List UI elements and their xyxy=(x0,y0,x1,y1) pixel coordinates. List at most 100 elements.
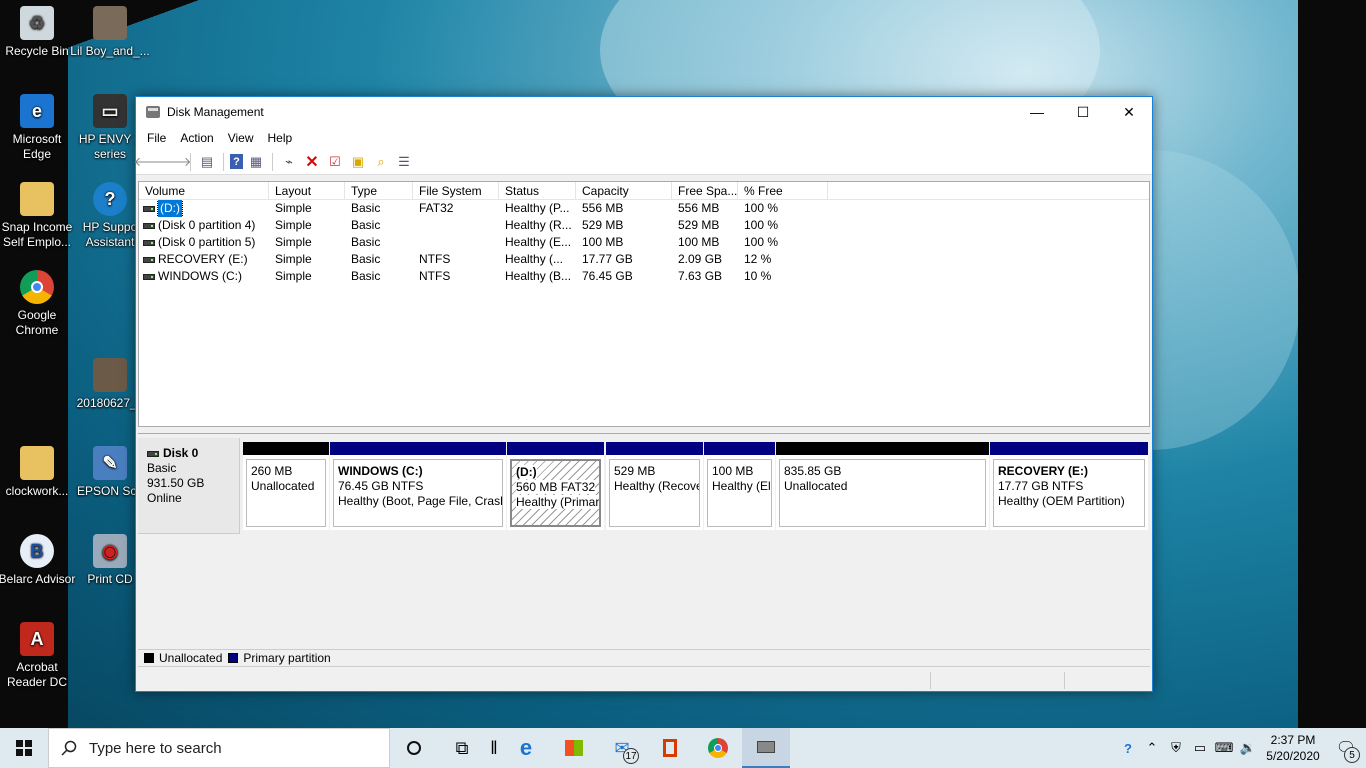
help-icon[interactable]: ? xyxy=(230,154,243,169)
volume-rows: (D:) Simple Basic FAT32 Healthy (P... 556 MB 5… xyxy=(139,200,1149,285)
desktop-icon-snap-income[interactable]: Snap Income Self Emplo... xyxy=(0,182,77,250)
menu-help[interactable]: Help xyxy=(261,131,300,145)
column-header-percent-free[interactable]: % Free xyxy=(738,182,828,199)
cell-capacity: 529 MB xyxy=(582,218,624,232)
partition-name: RECOVERY (E:) xyxy=(998,464,1089,478)
cell-free-space: 2.09 GB xyxy=(678,252,723,266)
start-button[interactable] xyxy=(0,728,48,768)
cell-type: Basic xyxy=(351,252,381,266)
partition-primary[interactable]: RECOVERY (E:) 17.77 GB NTFS Healthy (OEM P… xyxy=(990,442,1148,530)
menu-view[interactable]: View xyxy=(221,131,261,145)
column-header-file-system[interactable]: File System xyxy=(413,182,499,199)
security-icon[interactable]: ⛨ xyxy=(1164,740,1188,756)
column-header-layout[interactable]: Layout xyxy=(269,182,345,199)
taskbar-office[interactable] xyxy=(646,728,694,768)
title-bar[interactable]: Disk Management — ☐ ✕ xyxy=(136,97,1152,127)
partition-size: 260 MB xyxy=(251,464,293,478)
action-center-button[interactable]: 🗨 5 xyxy=(1326,728,1366,768)
partition-primary[interactable]: 529 MB Healthy (Recove xyxy=(606,442,703,530)
clock[interactable]: 2:37 PM 5/20/2020 xyxy=(1260,732,1326,764)
partition-unallocated[interactable]: 835.85 GB Unallocated xyxy=(776,442,989,530)
desktop-icon-chrome[interactable]: Google Chrome xyxy=(0,270,77,338)
printer-icon: ▭ xyxy=(93,94,127,128)
desktop-icon-acrobat[interactable]: A Acrobat Reader DC xyxy=(0,622,77,690)
disk-0-label[interactable]: Disk 0 Basic 931.50 GB Online xyxy=(138,438,240,534)
partition-primary[interactable]: WINDOWS (C:) 76.45 GB NTFS Healthy (Boot, … xyxy=(330,442,506,530)
partition-body: 529 MB Healthy (Recove xyxy=(609,459,700,527)
search-placeholder: Type here to search xyxy=(89,739,222,757)
maximize-button[interactable]: ☐ xyxy=(1060,97,1106,127)
desktop-icon-label: Google Chrome xyxy=(15,308,59,337)
cell-type: Basic xyxy=(351,235,381,249)
minimize-button[interactable]: — xyxy=(1014,97,1060,127)
column-header-type[interactable]: Type xyxy=(345,182,413,199)
desktop-icon-edge[interactable]: e Microsoft Edge xyxy=(0,94,77,162)
network-icon[interactable]: ⌨ xyxy=(1212,740,1236,756)
partition-bar xyxy=(507,442,604,455)
taskbar-mail[interactable]: ✉ 17 xyxy=(598,728,646,768)
search-icon[interactable]: ⌕ xyxy=(371,152,391,172)
partition-primary[interactable]: 100 MB Healthy (El xyxy=(704,442,775,530)
volume-icon[interactable]: 🔉 xyxy=(1236,740,1260,756)
disk-name: Disk 0 xyxy=(147,446,239,461)
volume-icon xyxy=(143,256,155,263)
desktop-icon-recycle-bin[interactable]: ♻ Recycle Bin xyxy=(0,6,77,59)
desktop-icon-lil-boy[interactable]: Lil Boy_and_... xyxy=(70,6,150,59)
check-icon[interactable]: ☑ xyxy=(325,152,345,172)
taskbar-disk-management[interactable] xyxy=(742,728,790,768)
battery-icon[interactable]: ▭ xyxy=(1188,740,1212,756)
close-button[interactable]: ✕ xyxy=(1106,97,1152,127)
volume-row[interactable]: (Disk 0 partition 4) Simple Basic Healthy (… xyxy=(139,217,1149,234)
disk-type: Basic xyxy=(147,461,177,475)
properties-icon[interactable]: ▦ xyxy=(246,152,266,172)
volume-row[interactable]: (Disk 0 partition 5) Simple Basic Healthy (… xyxy=(139,234,1149,251)
volume-row[interactable]: (D:) Simple Basic FAT32 Healthy (P... 556 MB 5… xyxy=(139,200,1149,217)
chevron-up-icon[interactable]: ⌃ xyxy=(1140,740,1164,756)
cell-free-space: 556 MB xyxy=(678,201,720,215)
partition-body: (D:) 560 MB FAT32 Healthy (Primar xyxy=(510,459,601,527)
column-header-volume[interactable]: Volume xyxy=(139,182,269,199)
cell-free-space: 7.63 GB xyxy=(678,269,723,283)
taskbar-chrome[interactable] xyxy=(694,728,742,768)
volume-row[interactable]: WINDOWS (C:) Simple Basic NTFS Healthy (B...… xyxy=(139,268,1149,285)
partition-body: RECOVERY (E:) 17.77 GB NTFS Healthy (OEM P… xyxy=(993,459,1145,527)
cell-percent-free: 100 % xyxy=(744,235,779,249)
windows-logo-icon xyxy=(16,740,32,756)
cell-layout: Simple xyxy=(275,269,312,283)
disk-management-window: Disk Management — ☐ ✕ File Action View H… xyxy=(134,96,1153,692)
forward-arrow-icon[interactable]: 🡒 xyxy=(157,152,192,172)
help-alert-icon[interactable]: ? xyxy=(1116,741,1140,756)
cell-status: Healthy (... xyxy=(505,252,564,266)
edge-icon: e xyxy=(20,94,54,128)
desktop-icon-clockwork[interactable]: clockwork... xyxy=(0,446,77,499)
taskbar-edge[interactable]: e xyxy=(502,728,550,768)
menu-action[interactable]: Action xyxy=(173,131,220,145)
cortana-button[interactable] xyxy=(390,728,438,768)
task-view-button[interactable]: ⧉ xyxy=(438,728,486,768)
partition-primary[interactable]: (D:) 560 MB FAT32 Healthy (Primar xyxy=(507,442,604,530)
import-icon[interactable]: ▣ xyxy=(348,152,368,172)
column-header-free-space[interactable]: Free Spa... xyxy=(672,182,738,199)
cell-status: Healthy (R... xyxy=(505,218,572,232)
taskbar-divider: ‖ xyxy=(486,728,502,768)
taskbar-search-box[interactable]: Type here to search xyxy=(48,728,390,768)
desktop-icon-label: Lil Boy_and_... xyxy=(70,44,150,58)
desktop-icon-belarc[interactable]: B Belarc Advisor xyxy=(0,534,77,587)
taskbar-store[interactable] xyxy=(550,728,598,768)
connect-icon[interactable]: ⌁ xyxy=(279,152,299,172)
column-header-capacity[interactable]: Capacity xyxy=(576,182,672,199)
partition-unallocated[interactable]: 260 MB Unallocated xyxy=(243,442,329,530)
column-header-status[interactable]: Status xyxy=(499,182,576,199)
menu-file[interactable]: File xyxy=(140,131,173,145)
cell-volume: (D:) xyxy=(139,200,269,217)
legend-swatch-unallocated xyxy=(144,653,154,663)
task-view-icon: ⧉ xyxy=(455,737,469,758)
delete-icon[interactable]: ✕ xyxy=(302,152,322,172)
disk-management-icon xyxy=(757,741,775,753)
cell-percent-free: 12 % xyxy=(744,252,772,266)
volume-row[interactable]: RECOVERY (E:) Simple Basic NTFS Healthy (...… xyxy=(139,251,1149,268)
console-tree-icon[interactable]: ▤ xyxy=(197,152,217,172)
cell-layout: Simple xyxy=(275,252,312,266)
search-icon xyxy=(61,740,77,756)
list-view-icon[interactable]: ☰ xyxy=(394,152,414,172)
